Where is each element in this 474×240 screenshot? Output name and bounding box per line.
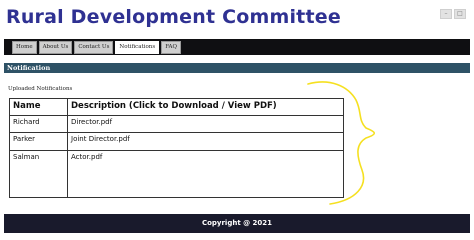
table-row: Salman Actor.pdf [9, 149, 344, 199]
table-row: Parker Joint Director.pdf [9, 132, 344, 151]
site-title: Rural Development Committee [6, 6, 341, 28]
nav-tab-contact-us[interactable]: Contact Us [74, 40, 114, 54]
uploaded-notifications-label: Uploaded Notifications [8, 86, 73, 92]
row-name-cell: Salman [9, 149, 68, 199]
nav-tab-faq[interactable]: FAQ [161, 40, 182, 54]
row-name-cell: Richard [9, 115, 68, 134]
table-row: Richard Director.pdf [9, 115, 344, 134]
column-header-name: Name [9, 97, 68, 117]
nav-tab-about-us[interactable]: About Us [38, 40, 73, 54]
nav-tab-home[interactable]: Home [12, 40, 37, 54]
notifications-table: Name Description (Click to Download / Vi… [9, 97, 344, 199]
minimize-icon[interactable]: – [440, 9, 452, 19]
main-navbar: Home About Us Contact Us Notifications F… [4, 39, 470, 55]
section-title-bar: Notification [4, 63, 470, 73]
nav-spacer [4, 39, 12, 55]
table-header-row: Name Description (Click to Download / Vi… [9, 97, 344, 117]
window-controls: – □ [440, 9, 466, 19]
nav-tab-notifications[interactable]: Notifications [115, 40, 160, 54]
row-name-cell: Parker [9, 132, 68, 151]
footer-copyright: Copyright @ 2021 [4, 214, 470, 233]
yellow-bracket-annotation [307, 81, 376, 205]
maximize-icon[interactable]: □ [454, 9, 466, 19]
